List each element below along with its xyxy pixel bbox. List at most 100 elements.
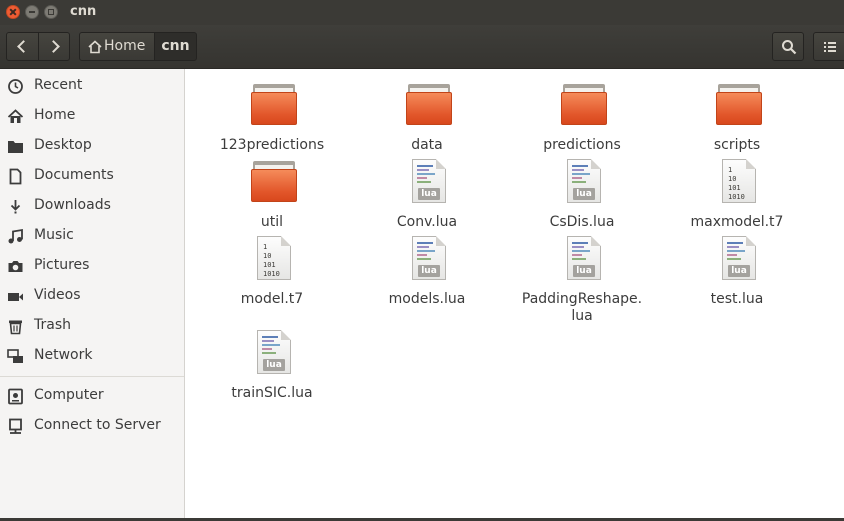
lua-file-icon: lua: [250, 329, 298, 377]
search-icon: [782, 40, 797, 55]
sidebar-item-network[interactable]: Network: [0, 342, 184, 370]
sidebar-item-desktop[interactable]: Desktop: [0, 132, 184, 160]
lua-file-icon: lua: [405, 158, 453, 206]
file-name: CsDis.lua: [549, 214, 615, 230]
list-view-icon: [824, 42, 836, 52]
file-name: 123predictions: [219, 137, 325, 153]
file-item[interactable]: lua models.lua: [352, 235, 502, 307]
sidebar-item-label: Videos: [34, 287, 81, 303]
file-item[interactable]: 123predictions: [197, 81, 347, 153]
breadcrumb-home[interactable]: Home: [79, 32, 155, 61]
sidebar-item-music[interactable]: Music: [0, 222, 184, 250]
file-item[interactable]: lua CsDis.lua: [507, 158, 657, 230]
minimize-window-button[interactable]: [25, 5, 39, 19]
sidebar-item-downloads[interactable]: Downloads: [0, 192, 184, 220]
file-name: data: [411, 137, 443, 153]
file-name: Conv.lua: [396, 214, 458, 230]
sidebar-item-trash[interactable]: Trash: [0, 312, 184, 340]
breadcrumb-current[interactable]: cnn: [154, 32, 197, 61]
file-name: maxmodel.t7: [690, 214, 784, 230]
file-item[interactable]: lua test.lua: [662, 235, 812, 307]
lua-file-icon: lua: [560, 235, 608, 283]
sidebar-item-recent[interactable]: Recent: [0, 72, 184, 100]
sidebar-item-label: Downloads: [34, 197, 111, 213]
file-name: util: [260, 214, 284, 230]
maximize-window-button[interactable]: [44, 5, 58, 19]
binary-file-icon: 1 10 101 1010: [715, 158, 763, 206]
forward-button[interactable]: [39, 33, 70, 60]
lua-file-icon: lua: [715, 235, 763, 283]
navigation-buttons: [6, 32, 70, 61]
sidebar-item-label: Recent: [34, 77, 83, 93]
sidebar-item-label: Connect to Server: [34, 417, 161, 433]
sidebar-item-label: Network: [34, 347, 93, 363]
header-bar: Home cnn: [0, 25, 844, 69]
sidebar-item-label: Music: [34, 227, 74, 243]
file-item[interactable]: lua PaddingReshape. lua: [507, 235, 657, 324]
window-titlebar: cnn: [0, 0, 844, 25]
folder-icon: [405, 81, 453, 129]
sidebar-item-label: Pictures: [34, 257, 90, 273]
file-item[interactable]: 1 10 101 1010 maxmodel.t7: [662, 158, 812, 230]
home-icon: [88, 40, 102, 54]
sidebar-item-label: Documents: [34, 167, 114, 183]
trash-icon: [9, 320, 22, 335]
view-options-button[interactable]: [813, 32, 844, 61]
file-type-badge: lua: [418, 265, 440, 277]
sidebar-item-pictures[interactable]: Pictures: [0, 252, 184, 280]
video-icon: [8, 293, 23, 301]
document-icon: [9, 168, 22, 185]
minimize-icon: [26, 6, 38, 18]
window-title: cnn: [70, 4, 97, 19]
file-item[interactable]: scripts: [662, 81, 812, 153]
file-item[interactable]: 1 10 101 1010 model.t7: [197, 235, 347, 307]
maximize-icon: [45, 6, 57, 18]
file-name: models.lua: [388, 291, 466, 307]
file-type-badge: lua: [573, 265, 595, 277]
sidebar-item-label: Home: [34, 107, 76, 123]
download-icon: [10, 200, 21, 214]
file-view: 123predictions data predictions scripts …: [189, 69, 844, 519]
close-icon: [7, 6, 19, 18]
search-button[interactable]: [772, 32, 804, 61]
file-name: PaddingReshape. lua: [521, 291, 643, 324]
binary-preview: 1 10 101 1010: [263, 243, 280, 278]
folder-icon: [560, 81, 608, 129]
sidebar-item-connect-to-server[interactable]: Connect to Server: [0, 412, 184, 440]
sidebar-item-documents[interactable]: Documents: [0, 162, 184, 190]
folder-icon: [8, 141, 23, 153]
music-icon: [8, 228, 23, 244]
binary-preview: 1 10 101 1010: [728, 166, 745, 201]
folder-icon: [250, 158, 298, 206]
sidebar-item-label: Desktop: [34, 137, 92, 153]
file-name: test.lua: [710, 291, 764, 307]
chevron-right-icon: [47, 40, 60, 53]
close-window-button[interactable]: [6, 5, 20, 19]
breadcrumb-home-label: Home: [104, 38, 146, 54]
binary-file-icon: 1 10 101 1010: [250, 235, 298, 283]
file-item[interactable]: lua trainSIC.lua: [197, 329, 347, 401]
sidebar-item-computer[interactable]: Computer: [0, 382, 184, 410]
sidebar-item-label: Computer: [34, 387, 104, 403]
file-name: model.t7: [240, 291, 304, 307]
file-item[interactable]: util: [197, 158, 347, 230]
sidebar-item-home[interactable]: Home: [0, 102, 184, 130]
file-item[interactable]: predictions: [507, 81, 657, 153]
sidebar-item-videos[interactable]: Videos: [0, 282, 184, 310]
file-type-badge: lua: [728, 265, 750, 277]
folder-icon: [715, 81, 763, 129]
sidebar-divider: [0, 376, 184, 377]
file-item[interactable]: data: [352, 81, 502, 153]
sidebar-item-label: Trash: [34, 317, 71, 333]
back-button[interactable]: [7, 33, 39, 60]
file-name: trainSIC.lua: [231, 385, 313, 401]
home-icon: [7, 109, 24, 123]
lua-file-icon: lua: [560, 158, 608, 206]
camera-icon: [8, 261, 23, 272]
file-type-badge: lua: [263, 359, 285, 371]
file-item[interactable]: lua Conv.lua: [352, 158, 502, 230]
places-sidebar: Recent Home Desktop Documents Downloads: [0, 69, 185, 521]
clock-icon: [8, 79, 23, 94]
folder-icon: [250, 81, 298, 129]
server-icon: [9, 418, 22, 434]
